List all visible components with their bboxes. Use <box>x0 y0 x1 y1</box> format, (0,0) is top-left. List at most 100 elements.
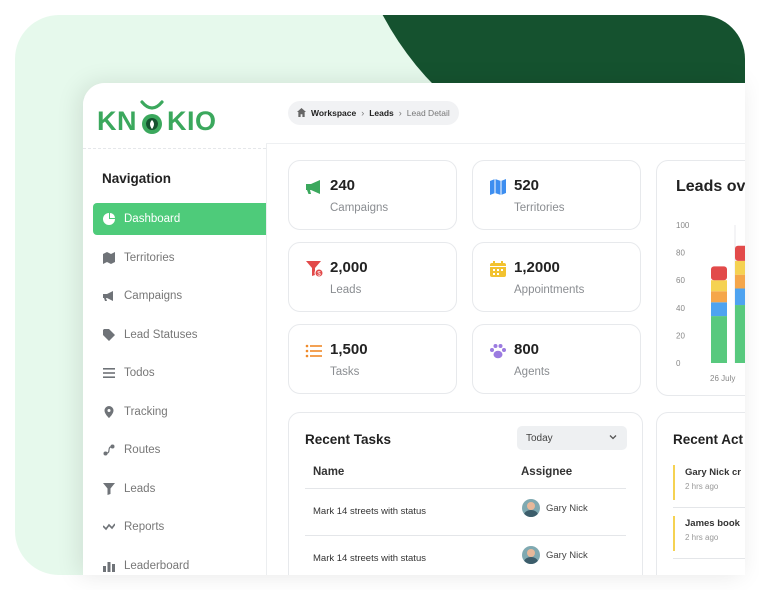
tag-icon <box>102 328 116 342</box>
assignee-name: Gary Nick <box>546 549 588 561</box>
recent-activity-panel: Recent Act Gary Nick cr 2 hrs ago James … <box>656 412 745 575</box>
stat-value: 240 <box>330 177 356 194</box>
column-header-name: Name <box>313 466 345 478</box>
sidebar-item-dashboard[interactable]: Dashboard <box>93 203 266 235</box>
bar-segment[interactable] <box>735 274 745 289</box>
chevron-right-icon: › <box>361 108 365 118</box>
bar-segment[interactable] <box>711 302 727 317</box>
divider <box>83 148 266 149</box>
divider <box>673 558 745 559</box>
stat-card-territories[interactable]: 520 Territories <box>472 160 641 230</box>
stat-label: Campaigns <box>330 202 389 214</box>
location-pin-icon <box>102 405 116 419</box>
bar-segment[interactable] <box>735 245 745 261</box>
bar-chart-icon <box>102 559 116 573</box>
avatar <box>522 546 540 564</box>
logo: KN KIO <box>97 95 217 147</box>
sidebar-item-label: Todos <box>124 367 155 379</box>
stat-label: Leads <box>330 284 362 296</box>
sidebar-item-reports[interactable]: Reports <box>93 511 266 543</box>
y-tick-label: 20 <box>676 331 685 340</box>
stat-card-tasks[interactable]: 1,500 Tasks <box>288 324 457 394</box>
date-filter-dropdown[interactable]: Today <box>517 426 627 450</box>
recent-tasks-panel: Recent Tasks Today Name Assignee Mark 14… <box>288 412 643 575</box>
app-window: KN KIO Navigation Dashboard Territories <box>83 83 745 575</box>
task-name: Mark 14 streets with status <box>313 553 426 564</box>
sidebar-item-leads[interactable]: Leads <box>93 473 266 505</box>
activity-text: Gary Nick cr <box>685 467 741 478</box>
leads-chart: 100 80 60 40 20 0 26 July <box>676 221 745 383</box>
task-name: Mark 14 streets with status <box>313 506 426 517</box>
assignee-name: Gary Nick <box>546 502 588 514</box>
stat-card-agents[interactable]: 800 Agents <box>472 324 641 394</box>
activity-item[interactable]: James book 2 hrs ago <box>673 516 745 551</box>
table-row[interactable]: Mark 14 streets with status Gary Nick <box>305 489 626 536</box>
y-tick-label: 0 <box>676 359 681 368</box>
y-tick-label: 80 <box>676 249 685 258</box>
assignee: Gary Nick <box>522 546 588 564</box>
stat-label: Agents <box>514 366 550 378</box>
stat-card-appointments[interactable]: 1,2000 Appointments <box>472 242 641 312</box>
y-tick-label: 40 <box>676 304 685 313</box>
sidebar-item-todos[interactable]: Todos <box>93 357 266 389</box>
bar-segment[interactable] <box>711 316 727 363</box>
activity-time: 2 hrs ago <box>685 533 719 542</box>
breadcrumb-workspace[interactable]: Workspace <box>311 108 356 118</box>
chevron-down-icon <box>609 435 617 440</box>
list-icon <box>102 366 116 380</box>
sidebar-item-tracking[interactable]: Tracking <box>93 396 266 428</box>
breadcrumb-current: Lead Detail <box>406 108 450 118</box>
stat-value: 800 <box>514 341 540 358</box>
sidebar-item-territories[interactable]: Territories <box>93 242 266 274</box>
bar-segment[interactable] <box>711 280 727 292</box>
list-icon <box>305 344 322 358</box>
nav-list: Dashboard Territories Campaigns Lead Sta… <box>93 203 266 575</box>
stat-card-leads[interactable]: $ 2,000 Leads <box>288 242 457 312</box>
breadcrumb-leads[interactable]: Leads <box>369 108 394 118</box>
logo-mark-icon <box>140 100 164 134</box>
logo-text-right: KIO <box>167 105 217 136</box>
activity-item[interactable]: Gary Nick cr 2 hrs ago <box>673 465 745 500</box>
map-icon <box>490 179 506 195</box>
pie-chart-icon <box>102 212 116 226</box>
sidebar-item-lead-statuses[interactable]: Lead Statuses <box>93 319 266 351</box>
sidebar-item-campaigns[interactable]: Campaigns <box>93 280 266 312</box>
stat-card-campaigns[interactable]: 240 Campaigns <box>288 160 457 230</box>
funnel-icon: $ <box>306 261 323 278</box>
sidebar-item-routes[interactable]: Routes <box>93 434 266 466</box>
table-row[interactable]: Mark 14 streets with status Gary Nick <box>305 536 626 575</box>
home-icon[interactable] <box>297 107 306 119</box>
stat-label: Appointments <box>514 284 585 296</box>
column-header-assignee: Assignee <box>521 466 573 478</box>
bar-segment[interactable] <box>735 305 745 363</box>
y-tick-label: 60 <box>676 276 685 285</box>
sidebar-item-label: Lead Statuses <box>124 328 198 341</box>
sidebar: KN KIO Navigation Dashboard Territories <box>83 83 267 575</box>
bar-segment[interactable] <box>711 291 727 303</box>
trend-icon <box>102 520 116 534</box>
sidebar-item-label: Routes <box>124 444 161 456</box>
sidebar-item-label: Dashboard <box>124 213 181 225</box>
sidebar-item-leaderboard[interactable]: Leaderboard <box>93 550 266 576</box>
sidebar-item-label: Leads <box>124 482 156 495</box>
assignee: Gary Nick <box>522 499 588 517</box>
chevron-right-icon: › <box>398 108 402 118</box>
stat-value: 520 <box>514 177 540 194</box>
stat-value: 1,500 <box>330 341 368 358</box>
bar-segment[interactable] <box>735 260 745 275</box>
bar-segment[interactable] <box>711 266 727 281</box>
recent-activity-title: Recent Act <box>673 432 744 447</box>
sidebar-item-label: Tracking <box>124 405 168 418</box>
activity-text: James book <box>685 518 740 529</box>
funnel-icon <box>102 482 116 496</box>
stat-label: Territories <box>514 202 565 214</box>
x-tick-label: 26 July <box>710 374 735 383</box>
avatar <box>522 499 540 517</box>
bar-segment[interactable] <box>735 288 745 306</box>
calendar-icon <box>490 261 506 277</box>
stat-label: Tasks <box>330 366 360 378</box>
stat-value: 1,2000 <box>514 259 560 276</box>
sidebar-item-label: Reports <box>124 521 165 533</box>
activity-time: 2 hrs ago <box>685 482 719 491</box>
map-icon <box>102 251 116 265</box>
